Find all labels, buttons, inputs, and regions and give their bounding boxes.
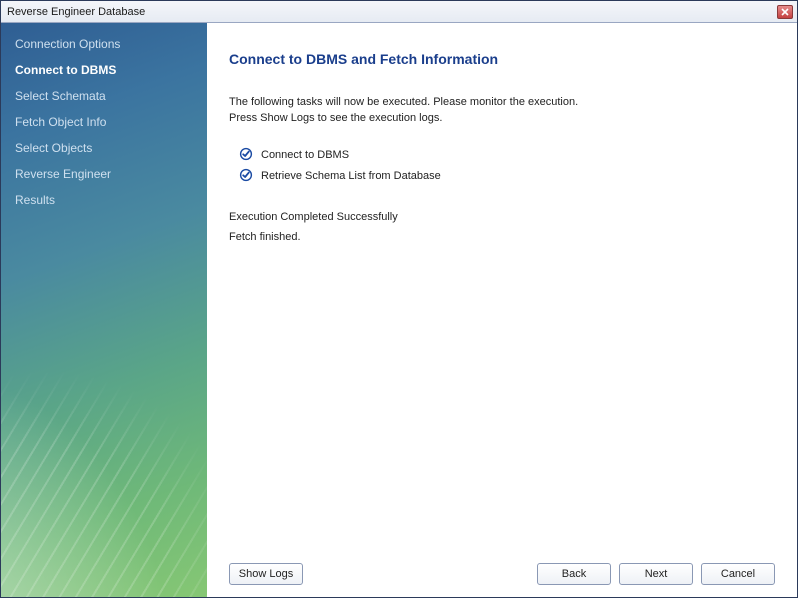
- step-connect-to-dbms[interactable]: Connect to DBMS: [1, 57, 207, 83]
- step-select-objects[interactable]: Select Objects: [1, 135, 207, 161]
- wizard-body: Connection Options Connect to DBMS Selec…: [1, 23, 797, 597]
- wizard-steps-sidebar: Connection Options Connect to DBMS Selec…: [1, 23, 207, 597]
- intro-text: The following tasks will now be executed…: [229, 95, 775, 127]
- step-results[interactable]: Results: [1, 187, 207, 213]
- step-connection-options[interactable]: Connection Options: [1, 31, 207, 57]
- task-row: Retrieve Schema List from Database: [239, 168, 775, 185]
- step-reverse-engineer[interactable]: Reverse Engineer: [1, 161, 207, 187]
- button-row: Show Logs Back Next Cancel: [229, 555, 775, 585]
- intro-line-1: The following tasks will now be executed…: [229, 95, 775, 111]
- titlebar: Reverse Engineer Database: [1, 1, 797, 23]
- back-button[interactable]: Back: [537, 563, 611, 585]
- check-icon: [239, 147, 253, 164]
- step-fetch-object-info[interactable]: Fetch Object Info: [1, 109, 207, 135]
- intro-line-2: Press Show Logs to see the execution log…: [229, 111, 775, 127]
- task-label: Connect to DBMS: [261, 149, 349, 161]
- show-logs-button[interactable]: Show Logs: [229, 563, 303, 585]
- wizard-window: Reverse Engineer Database Connection Opt…: [0, 0, 798, 598]
- spacer: [229, 247, 775, 555]
- task-label: Retrieve Schema List from Database: [261, 170, 441, 182]
- page-title: Connect to DBMS and Fetch Information: [229, 51, 775, 67]
- task-row: Connect to DBMS: [239, 147, 775, 164]
- status-line: Execution Completed Successfully: [229, 211, 775, 223]
- cancel-button[interactable]: Cancel: [701, 563, 775, 585]
- task-list: Connect to DBMS Retrieve Schema List fro…: [239, 143, 775, 189]
- step-select-schemata[interactable]: Select Schemata: [1, 83, 207, 109]
- next-button[interactable]: Next: [619, 563, 693, 585]
- close-icon[interactable]: [777, 5, 793, 19]
- status-line: Fetch finished.: [229, 231, 775, 243]
- window-title: Reverse Engineer Database: [7, 6, 777, 18]
- check-icon: [239, 168, 253, 185]
- wizard-main-panel: Connect to DBMS and Fetch Information Th…: [207, 23, 797, 597]
